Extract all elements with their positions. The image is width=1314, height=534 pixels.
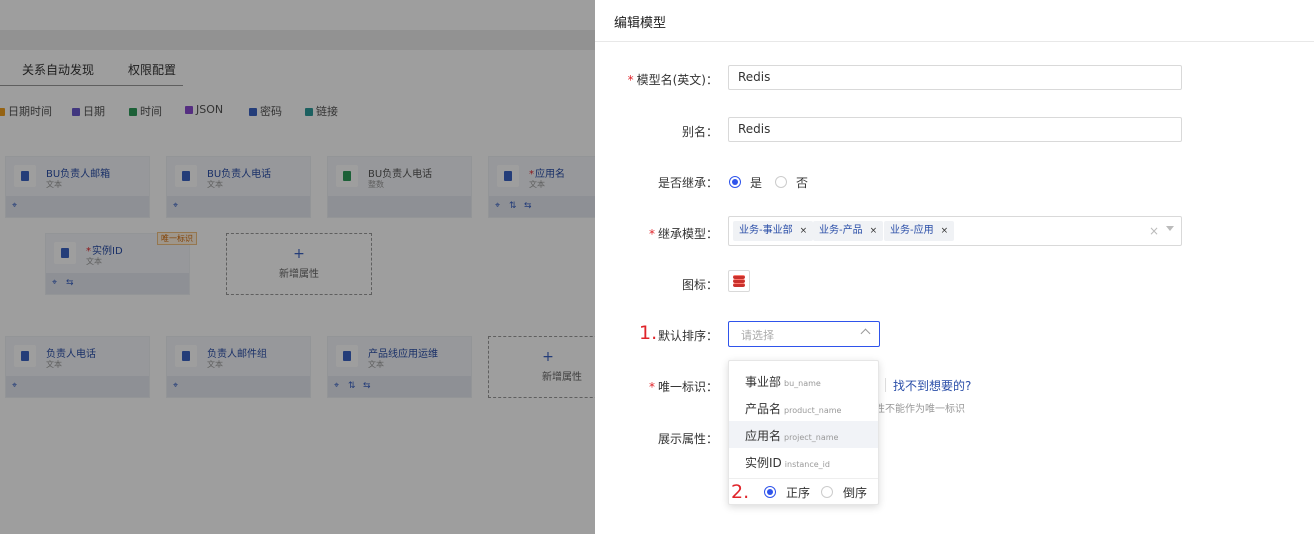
tag-close-icon[interactable]: × — [870, 226, 878, 236]
default-sort-placeholder: 请选择 — [741, 329, 774, 342]
inherit-no-radio[interactable] — [775, 176, 787, 188]
sort-option-instance-id[interactable]: 实例ID instance_id — [729, 448, 878, 475]
chevron-down-icon[interactable] — [1166, 226, 1174, 231]
step-marker-1: 1. — [639, 322, 658, 344]
icon-picker[interactable] — [728, 270, 750, 292]
inherit-no-label: 否 — [796, 176, 809, 190]
chevron-up-icon — [860, 328, 871, 339]
model-name-input[interactable]: Redis — [728, 65, 1182, 90]
unique-key-hint: 性不能作为唯一标识 — [875, 404, 965, 415]
inherit-yes-radio[interactable] — [729, 176, 741, 188]
order-asc-radio[interactable] — [764, 486, 776, 498]
alias-label: 别名： — [681, 125, 718, 139]
drawer-header: 编辑模型 — [595, 0, 1314, 42]
cannot-find-link[interactable]: 找不到想要的? — [893, 377, 971, 394]
sort-order-row: 正序 倒序 — [729, 478, 878, 504]
sort-dropdown: 事业部 bu_name 产品名 product_name 应用名 project_na… — [728, 360, 879, 505]
tag-business-product: 业务-产品 × — [813, 221, 884, 241]
clear-icon[interactable]: × — [1149, 224, 1159, 238]
edit-model-drawer: 编辑模型 * 模型名(英文)： Redis 别名： Redis 是否继承： 是 否… — [595, 0, 1314, 534]
tag-business-application: 业务-应用 × — [884, 221, 955, 241]
display-attributes-label: 展示属性： — [657, 432, 718, 446]
sort-option-product-name[interactable]: 产品名 product_name — [729, 394, 878, 421]
tag-close-icon[interactable]: × — [800, 226, 808, 236]
tag-close-icon[interactable]: × — [941, 226, 949, 236]
sort-option-bu-name[interactable]: 事业部 bu_name — [729, 367, 878, 394]
model-name-label: * 模型名(英文)： — [627, 73, 718, 87]
inherit-yes-label: 是 — [750, 176, 763, 190]
unique-key-label: * 唯一标识： — [648, 380, 718, 394]
divider — [885, 378, 886, 392]
order-desc-radio[interactable] — [821, 486, 833, 498]
inherit-model-select[interactable]: 业务-事业部 × 业务-产品 × 业务-应用 × × — [728, 216, 1182, 246]
drawer-title: 编辑模型 — [614, 16, 667, 31]
order-asc-label: 正序 — [786, 486, 811, 500]
default-sort-select[interactable]: 请选择 — [728, 321, 880, 347]
inherit-label: 是否继承： — [657, 176, 718, 190]
sort-option-project-name[interactable]: 应用名 project_name — [729, 421, 878, 448]
alias-input[interactable]: Redis — [728, 117, 1182, 142]
order-desc-label: 倒序 — [843, 486, 868, 500]
tag-business-division: 业务-事业部 × — [733, 221, 814, 241]
step-marker-2: 2. — [731, 481, 750, 503]
default-sort-label: 默认排序： — [657, 329, 718, 343]
modal-mask[interactable] — [0, 0, 595, 534]
inherit-model-label: * 继承模型： — [648, 227, 718, 241]
redis-icon — [733, 275, 745, 287]
icon-label: 图标： — [681, 278, 718, 292]
